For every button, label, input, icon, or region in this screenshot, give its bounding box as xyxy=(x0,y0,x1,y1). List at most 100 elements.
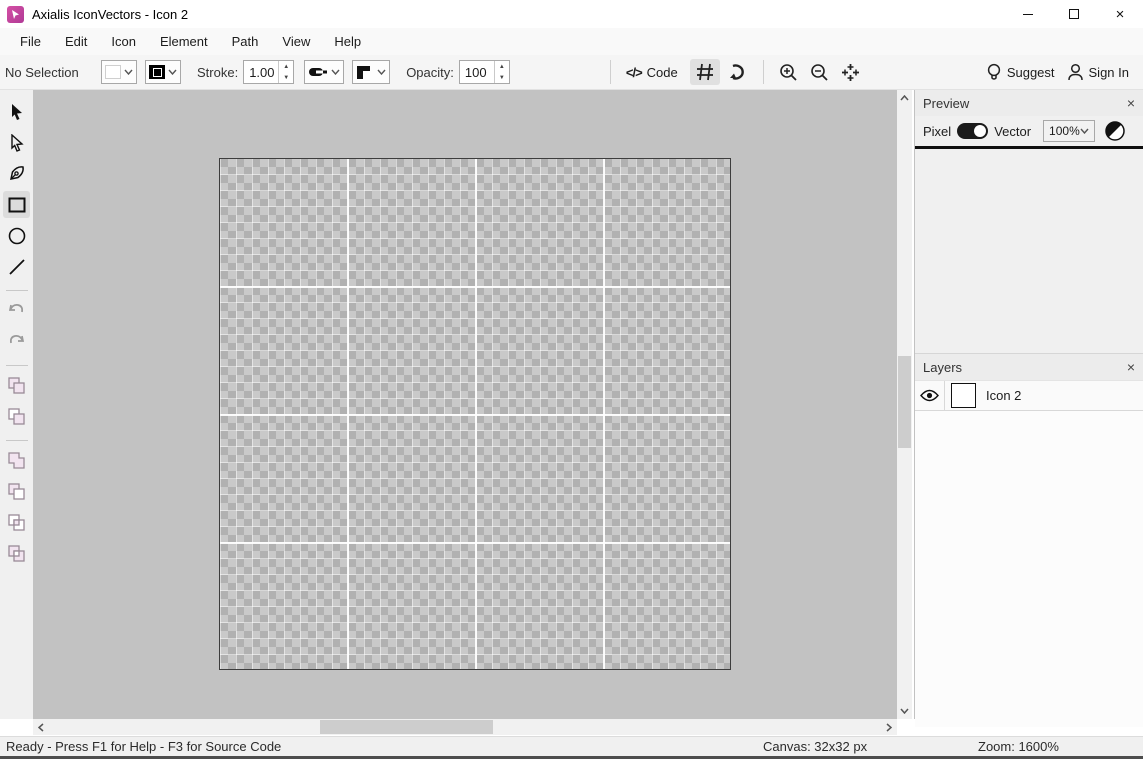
select-tool[interactable] xyxy=(3,98,30,125)
maximize-button[interactable] xyxy=(1051,0,1097,28)
spin-up-icon: ▲ xyxy=(495,61,509,72)
fill-color-dropdown[interactable] xyxy=(101,60,137,84)
menu-file[interactable]: File xyxy=(8,30,53,53)
menu-icon[interactable]: Icon xyxy=(99,30,148,53)
stroke-color-dropdown[interactable] xyxy=(145,60,181,84)
preview-close-button[interactable]: × xyxy=(1127,95,1135,111)
layer-row[interactable]: Icon 2 xyxy=(915,380,1143,411)
preview-zoom-select[interactable]: 100% xyxy=(1043,120,1095,142)
scroll-left-button[interactable] xyxy=(33,719,49,735)
rotate-view-button[interactable] xyxy=(722,59,754,85)
right-panel: Preview × Pixel Vector 100% Layers xyxy=(914,90,1143,719)
intersect-button[interactable] xyxy=(3,509,30,536)
canvas-viewport[interactable] xyxy=(33,90,897,719)
direct-select-tool[interactable] xyxy=(3,129,30,156)
chevron-down-icon xyxy=(377,69,386,75)
rectangle-tool[interactable] xyxy=(3,191,30,218)
stroke-width-value: 1.00 xyxy=(244,61,278,83)
tool-separator xyxy=(6,440,28,441)
preview-background-button[interactable] xyxy=(1105,121,1125,141)
menu-path[interactable]: Path xyxy=(220,30,271,53)
code-icon: </> xyxy=(626,65,642,80)
scroll-right-button[interactable] xyxy=(881,719,897,735)
status-ready: Ready - Press F1 for Help - F3 for Sourc… xyxy=(0,739,763,754)
undo-icon xyxy=(7,302,26,319)
union-button[interactable] xyxy=(3,447,30,474)
close-icon: × xyxy=(1116,7,1125,22)
layer-thumbnail[interactable] xyxy=(951,383,976,408)
pen-tool[interactable] xyxy=(3,160,30,187)
icon-canvas[interactable] xyxy=(219,158,731,670)
layer-visibility-button[interactable] xyxy=(915,381,945,410)
break-apart-button[interactable] xyxy=(3,403,30,430)
subtract-icon xyxy=(7,482,26,501)
spin-up-icon: ▲ xyxy=(279,61,293,72)
opacity-value: 100 xyxy=(460,61,494,83)
zoom-out-icon xyxy=(810,63,829,82)
center-canvas-button[interactable] xyxy=(835,59,866,86)
redo-icon xyxy=(7,333,26,350)
vertical-scrollbar[interactable] xyxy=(897,90,912,719)
suggest-label: Suggest xyxy=(1007,65,1055,80)
status-canvas-size: Canvas: 32x32 px xyxy=(763,739,978,754)
app-window: Axialis IconVectors - Icon 2 × File Edit… xyxy=(0,0,1143,759)
center-canvas-icon xyxy=(841,63,860,82)
line-join-icon xyxy=(356,65,374,80)
ellipse-tool[interactable] xyxy=(3,222,30,249)
exclude-icon xyxy=(7,544,26,563)
zoom-in-button[interactable] xyxy=(773,59,804,86)
lightbulb-icon xyxy=(986,63,1002,82)
chevron-down-icon xyxy=(900,708,909,714)
grid-toggle-button[interactable] xyxy=(690,59,720,85)
undo-button[interactable] xyxy=(3,297,30,324)
spinner-buttons[interactable]: ▲▼ xyxy=(278,61,293,83)
scroll-down-button[interactable] xyxy=(897,703,912,719)
minimize-button[interactable] xyxy=(1005,0,1051,28)
maximize-icon xyxy=(1069,9,1079,19)
line-icon xyxy=(8,258,26,276)
exclude-button[interactable] xyxy=(3,540,30,567)
chevron-down-icon xyxy=(331,69,340,75)
user-icon xyxy=(1067,63,1084,81)
layers-close-button[interactable]: × xyxy=(1127,359,1135,375)
fill-swatch xyxy=(105,65,121,79)
suggest-button[interactable]: Suggest xyxy=(980,59,1061,86)
pixel-vector-toggle[interactable] xyxy=(957,123,988,139)
subtract-button[interactable] xyxy=(3,478,30,505)
redo-button[interactable] xyxy=(3,328,30,355)
major-gridline xyxy=(220,542,730,544)
toolbar-separator xyxy=(763,60,764,84)
contrast-icon xyxy=(1105,121,1125,141)
signin-button[interactable]: Sign In xyxy=(1061,59,1135,85)
toolbar-separator xyxy=(610,60,611,84)
preview-title: Preview xyxy=(923,96,969,111)
chevron-left-icon xyxy=(38,723,44,732)
stroke-width-spinner[interactable]: 1.00 ▲▼ xyxy=(243,60,294,84)
horizontal-scrollbar[interactable] xyxy=(33,719,897,735)
status-zoom: Zoom: 1600% xyxy=(978,739,1143,754)
combine-button[interactable] xyxy=(3,372,30,399)
scroll-up-button[interactable] xyxy=(897,90,912,106)
menu-element[interactable]: Element xyxy=(148,30,220,53)
line-cap-dropdown[interactable] xyxy=(304,60,344,84)
horizontal-scroll-thumb[interactable] xyxy=(320,720,493,734)
menu-help[interactable]: Help xyxy=(322,30,373,53)
close-button[interactable]: × xyxy=(1097,0,1143,28)
opacity-spinner[interactable]: 100 ▲▼ xyxy=(459,60,510,84)
major-gridline xyxy=(220,286,730,288)
direct-selection-arrow-icon xyxy=(9,134,25,152)
line-tool[interactable] xyxy=(3,253,30,280)
stroke-label: Stroke: xyxy=(197,65,238,80)
line-join-dropdown[interactable] xyxy=(352,60,390,84)
preview-controls: Pixel Vector 100% xyxy=(915,116,1143,146)
menu-edit[interactable]: Edit xyxy=(53,30,99,53)
spin-down-icon: ▼ xyxy=(495,72,509,83)
spinner-buttons[interactable]: ▲▼ xyxy=(494,61,509,83)
selection-arrow-icon xyxy=(9,103,25,121)
code-button[interactable]: </> Code xyxy=(620,61,684,84)
menu-view[interactable]: View xyxy=(270,30,322,53)
window-title: Axialis IconVectors - Icon 2 xyxy=(32,7,188,22)
zoom-out-button[interactable] xyxy=(804,59,835,86)
tool-separator xyxy=(6,290,28,291)
vertical-scroll-thumb[interactable] xyxy=(898,356,911,448)
